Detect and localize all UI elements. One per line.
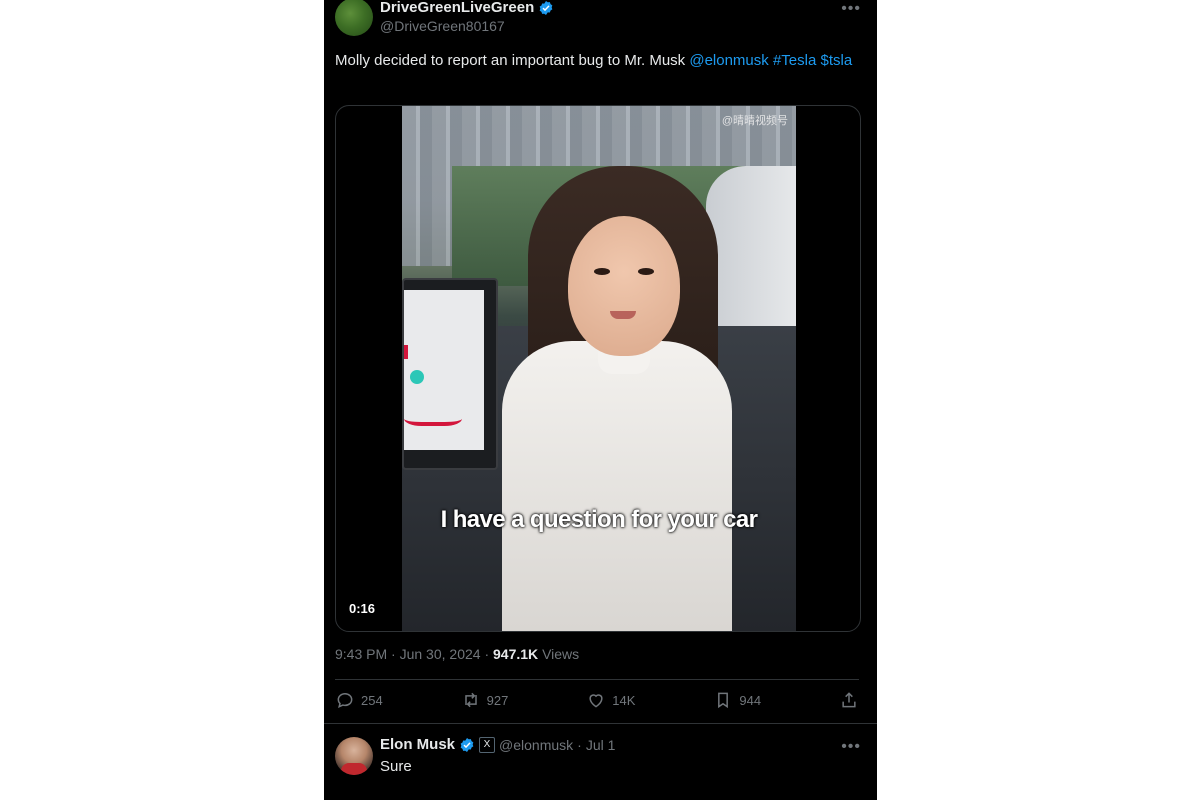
- action-bar: 254 927 14K 944: [335, 690, 859, 710]
- post-text: Molly decided to report an important bug…: [335, 50, 865, 72]
- reply-separator: ·: [577, 736, 582, 753]
- reply-count: 254: [361, 692, 383, 708]
- video-player[interactable]: @晴晴视频号 I have a question for your car 0:…: [335, 105, 861, 632]
- like-count: 14K: [612, 692, 636, 708]
- hashtag-link[interactable]: #Tesla: [773, 52, 816, 69]
- bookmark-icon: [718, 692, 729, 709]
- reply-more-icon[interactable]: •••: [841, 738, 861, 756]
- car-touchscreen: [402, 278, 498, 470]
- girl-body: [502, 341, 732, 631]
- mouth: [610, 311, 636, 319]
- author-handle[interactable]: @DriveGreen80167: [380, 18, 505, 34]
- drawing-scribble: [404, 402, 462, 426]
- views-count: 947.1K: [493, 646, 539, 662]
- mention-link[interactable]: @elonmusk: [689, 52, 768, 69]
- bookmark-count: 944: [739, 692, 762, 708]
- author-avatar[interactable]: [335, 0, 373, 36]
- repost-count: 927: [486, 692, 509, 708]
- cashtag-link[interactable]: $tsla: [820, 52, 852, 69]
- like-icon: [589, 694, 603, 708]
- video-watermark: @晴晴视频号: [721, 115, 788, 127]
- reply-header: Elon Musk X @elonmusk · Jul 1: [380, 736, 615, 753]
- eye-left: [594, 268, 610, 275]
- post-date[interactable]: Jun 30, 2024: [400, 646, 481, 662]
- reply-button[interactable]: 254: [335, 690, 383, 710]
- reply-text: Sure: [380, 758, 412, 775]
- drawing-stroke: [404, 345, 420, 359]
- divider-top: [335, 679, 859, 680]
- views-label: Views: [542, 646, 580, 662]
- reply-date[interactable]: Jul 1: [586, 737, 616, 753]
- verified-badge-icon: [460, 737, 474, 752]
- touchscreen-display: [404, 290, 484, 450]
- video-caption: I have a question for your car: [440, 506, 758, 533]
- share-icon: [842, 692, 856, 708]
- like-button[interactable]: 14K: [586, 690, 635, 710]
- share-button[interactable]: [839, 690, 859, 710]
- divider-reply: [324, 723, 877, 724]
- repost-button[interactable]: 927: [461, 690, 509, 710]
- meta-separator: ·: [484, 646, 494, 662]
- x-affiliate-badge: X: [479, 736, 496, 753]
- post-time[interactable]: 9:43 PM: [335, 646, 387, 662]
- eye-right: [638, 268, 654, 275]
- author-name[interactable]: DriveGreenLiveGreen: [380, 0, 534, 16]
- post-text-body: Molly decided to report an important bug…: [335, 52, 686, 69]
- video-frame[interactable]: @晴晴视频号 I have a question for your car: [402, 106, 796, 631]
- reply-icon: [337, 692, 353, 708]
- avatar-shirt: [341, 763, 367, 775]
- reply-author-avatar[interactable]: [335, 737, 373, 775]
- author-name-row: DriveGreenLiveGreen: [380, 0, 554, 16]
- verified-badge-icon: [539, 0, 553, 15]
- post-panel: DriveGreenLiveGreen @DriveGreen80167 •••…: [324, 0, 877, 800]
- drawing-dot: [410, 370, 424, 384]
- reply-author-name[interactable]: Elon Musk: [380, 736, 455, 753]
- video-duration: 0:16: [349, 601, 376, 616]
- repost-icon: [464, 692, 477, 708]
- more-icon[interactable]: •••: [841, 0, 861, 18]
- meta-separator: ·: [391, 646, 400, 662]
- girl-face: [568, 216, 680, 356]
- bookmark-button[interactable]: 944: [713, 690, 761, 710]
- reply-author-handle[interactable]: @elonmusk: [499, 737, 573, 753]
- post-meta: 9:43 PM · Jun 30, 2024 · 947.1K Views: [335, 646, 579, 662]
